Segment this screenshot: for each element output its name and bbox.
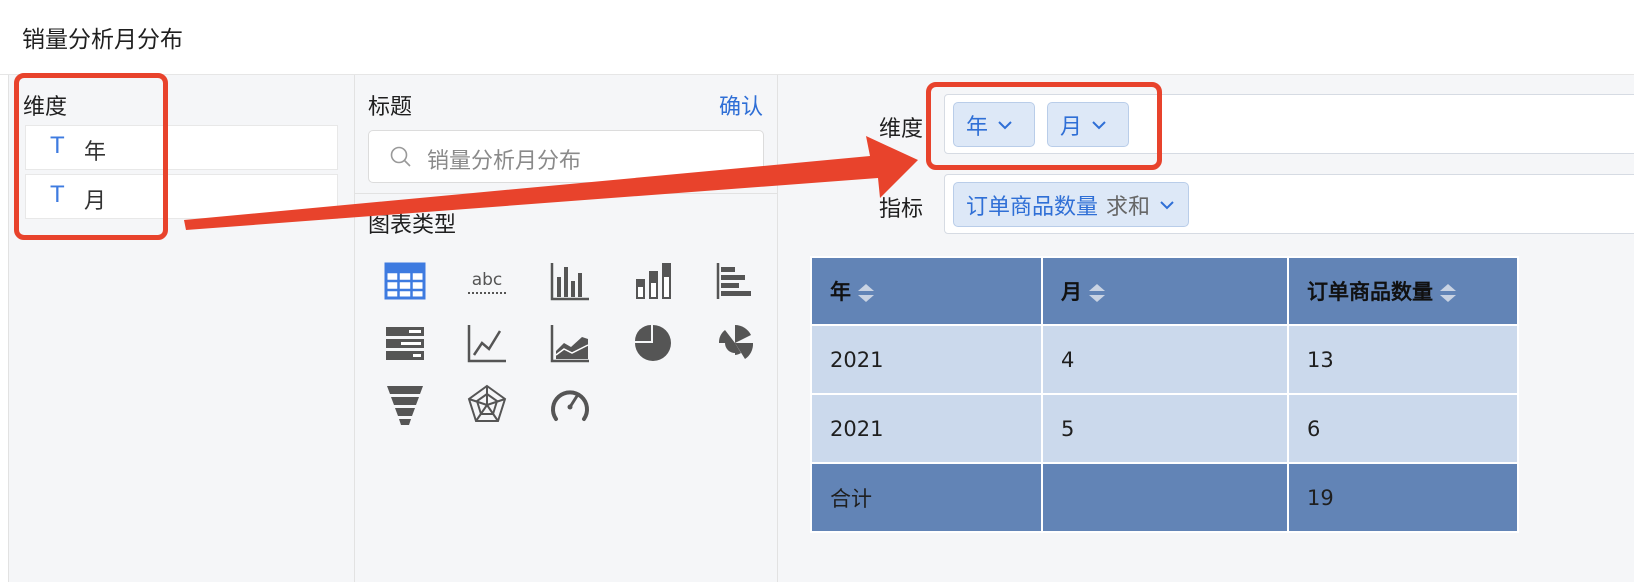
table-row: 2021 5 6	[810, 393, 1519, 464]
column-header-month[interactable]: 月	[1041, 256, 1289, 326]
table-cell: 5	[1041, 393, 1289, 464]
column-header-label: 订单商品数量	[1307, 280, 1433, 304]
column-header-label: 年	[830, 280, 851, 304]
text-type-icon: T	[50, 132, 65, 159]
text-type-icon: T	[50, 181, 65, 208]
dimension-tag-month[interactable]: 月	[1047, 102, 1129, 147]
table-cell	[1041, 462, 1289, 533]
sort-icon[interactable]	[1439, 282, 1457, 304]
table-icon[interactable]	[379, 255, 431, 307]
svg-text:abc: abc	[472, 270, 503, 290]
table-cell: 13	[1287, 324, 1519, 395]
sort-icon[interactable]	[1088, 282, 1106, 304]
divider	[355, 193, 778, 194]
column-header-quantity[interactable]: 订单商品数量	[1287, 256, 1519, 326]
metric-dropzone[interactable]: 订单商品数量 求和	[944, 174, 1634, 234]
metric-tag[interactable]: 订单商品数量 求和	[953, 182, 1190, 227]
table-cell: 6	[1287, 393, 1519, 464]
title-input-value: 销量分析月分布	[427, 149, 582, 174]
field-list-panel: 维度 T 年 T 月	[9, 75, 355, 582]
horizontal-bar-icon[interactable]	[709, 255, 761, 307]
dimension-tag-year[interactable]: 年	[953, 102, 1035, 147]
confirm-button[interactable]: 确认	[719, 89, 763, 121]
radar-icon[interactable]	[461, 379, 513, 431]
metric-aggregation: 求和	[1106, 194, 1151, 220]
gauge-icon[interactable]	[544, 379, 596, 431]
preview-panel: 维度 年 月 指标 订单商品数量 求和 年 月 订单商品数量 2021 4 13…	[778, 75, 1634, 582]
text-icon[interactable]: abc	[461, 255, 513, 307]
chevron-down-icon	[998, 120, 1012, 129]
metric-name: 订单商品数量	[966, 194, 1099, 220]
chart-type-label: 图表类型	[368, 213, 457, 238]
tag-label: 月	[1060, 114, 1083, 140]
column-header-year[interactable]: 年	[810, 256, 1043, 326]
chevron-down-icon	[1092, 120, 1106, 129]
dimension-heading: 维度	[23, 95, 68, 120]
column-header-label: 月	[1061, 280, 1082, 304]
table-header-row: 年 月 订单商品数量	[810, 256, 1519, 326]
dimension-dropzone[interactable]: 年 月	[944, 94, 1634, 154]
funnel-icon[interactable]	[379, 379, 431, 431]
vertical-bar-icon[interactable]	[544, 255, 596, 307]
field-label: 月	[84, 189, 107, 214]
page-title: 销量分析月分布	[22, 27, 183, 53]
editor-area: 维度 T 年 T 月 标题 确认 销量分析月分布 图表类型 abc 维度 年 月…	[8, 75, 1634, 582]
area-icon[interactable]	[544, 317, 596, 369]
title-label: 标题	[368, 95, 413, 120]
sort-icon[interactable]	[857, 282, 875, 304]
pie-icon[interactable]	[627, 317, 679, 369]
metric-label: 指标	[879, 197, 924, 222]
table-cell: 4	[1041, 324, 1289, 395]
strip-bar-icon[interactable]	[379, 317, 431, 369]
chart-config-panel: 标题 确认 销量分析月分布 图表类型 abc	[355, 75, 778, 582]
table-cell: 19	[1287, 462, 1519, 533]
field-item-month[interactable]: T 月	[25, 174, 338, 219]
table-cell: 合计	[810, 462, 1043, 533]
table-cell: 2021	[810, 324, 1043, 395]
data-table: 年 月 订单商品数量 2021 4 13 2021 5 6 合计 19	[810, 256, 1519, 533]
rose-icon[interactable]	[709, 317, 761, 369]
stacked-bar-icon[interactable]	[627, 255, 679, 307]
field-item-year[interactable]: T 年	[25, 125, 338, 170]
chevron-down-icon	[1160, 200, 1174, 209]
top-bar: 销量分析月分布	[0, 0, 1634, 75]
tag-label: 年	[966, 114, 989, 140]
search-icon	[390, 146, 411, 167]
table-cell: 2021	[810, 393, 1043, 464]
table-row: 2021 4 13	[810, 324, 1519, 395]
title-input[interactable]: 销量分析月分布	[368, 130, 764, 183]
line-icon[interactable]	[461, 317, 513, 369]
table-total-row: 合计 19	[810, 462, 1519, 533]
dimension-label: 维度	[879, 117, 924, 142]
field-label: 年	[84, 140, 107, 165]
